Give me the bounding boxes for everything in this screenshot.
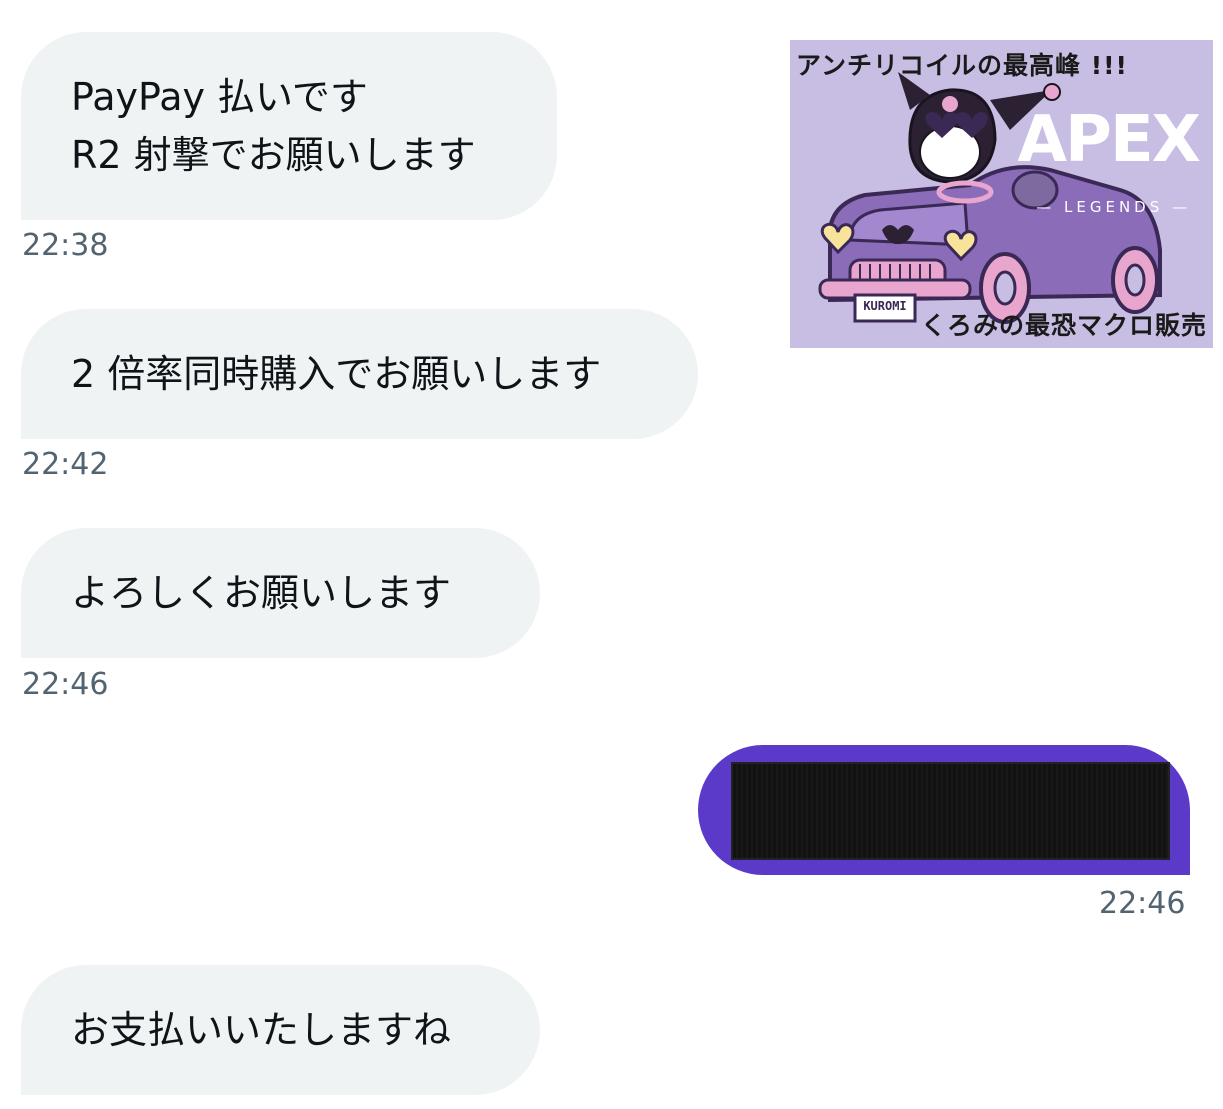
message-timestamp: 22:46: [1099, 886, 1186, 921]
apex-logo-subtitle: — LEGENDS —: [1036, 198, 1191, 216]
message-text: PayPay 払いです: [71, 75, 368, 119]
message-text: R2 射撃でお願いします: [71, 133, 476, 177]
ad-image[interactable]: アンチリコイルの最高峰 !!! APEX — LEGENDS — KUROMI …: [790, 40, 1213, 348]
ad-caption: くろみの最恐マクロ販売: [920, 311, 1207, 340]
apex-logo: APEX: [1017, 103, 1201, 177]
message-timestamp: 22:42: [22, 447, 109, 482]
message-text: よろしくお願いします: [71, 571, 452, 615]
message-bubble[interactable]: PayPay 払いです R2 射撃でお願いします: [21, 32, 557, 220]
message-bubble[interactable]: 2 倍率同時購入でお願いします: [21, 309, 698, 439]
redacted-content: [731, 762, 1170, 860]
kuromi-car-illustration: [790, 40, 1213, 348]
message-timestamp: 22:38: [22, 228, 109, 263]
message-bubble[interactable]: よろしくお願いします: [21, 528, 540, 658]
ad-headline: アンチリコイルの最高峰 !!!: [796, 51, 1128, 80]
message-timestamp: 22:46: [22, 667, 109, 702]
license-plate-text: KUROMI: [863, 299, 907, 313]
message-text: 2 倍率同時購入でお願いします: [71, 352, 602, 396]
message-bubble[interactable]: お支払いいたしますね: [21, 965, 540, 1095]
message-text: お支払いいたしますね: [71, 1008, 452, 1052]
